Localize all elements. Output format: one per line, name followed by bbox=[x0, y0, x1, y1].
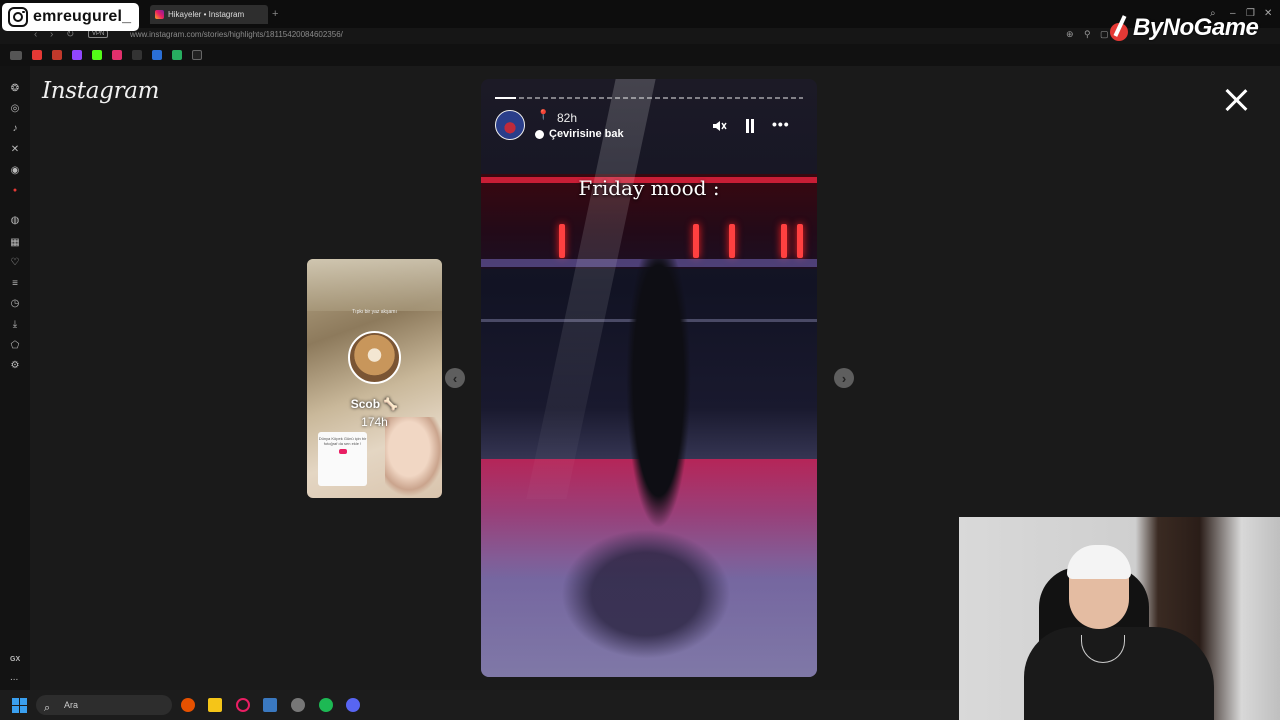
youtube-icon[interactable] bbox=[32, 50, 42, 60]
close-icon[interactable] bbox=[1224, 88, 1248, 112]
preview-add-yours-card: Dünya Köpek Günü için bir fotoğraf da se… bbox=[318, 432, 367, 486]
preview-hand-image bbox=[385, 417, 442, 497]
extensions-icon[interactable]: ⬠ bbox=[9, 339, 21, 351]
neon-light bbox=[729, 224, 735, 258]
more-options-icon[interactable]: ••• bbox=[772, 116, 790, 132]
gx-corner-label[interactable]: GX bbox=[10, 656, 20, 663]
mute-icon[interactable] bbox=[711, 118, 727, 134]
bookmark-icon[interactable] bbox=[132, 50, 142, 60]
app-icon[interactable] bbox=[172, 50, 182, 60]
story-shadow bbox=[561, 529, 731, 659]
taskbar-search-placeholder: Ara bbox=[64, 700, 79, 710]
tiktok-icon[interactable] bbox=[192, 50, 202, 60]
translate-dot-icon bbox=[535, 130, 544, 139]
bookmarks-bar bbox=[0, 44, 1280, 66]
brand-name: ByNoGame bbox=[1133, 14, 1259, 41]
windows-start-icon[interactable] bbox=[12, 698, 27, 713]
chatgpt-icon[interactable]: ❂ bbox=[9, 82, 21, 94]
pin-icon[interactable]: ⚲ bbox=[1084, 29, 1091, 40]
browser-tab-bar: Hikayeler • Instagram + ⌕ – ❐ ✕ bbox=[0, 0, 1280, 28]
grid-icon[interactable]: ▦ bbox=[9, 236, 21, 248]
magnet-icon[interactable] bbox=[152, 50, 162, 60]
instagram-sidebar-icon[interactable]: ◎ bbox=[9, 102, 21, 114]
neon-light bbox=[797, 224, 803, 258]
history-icon[interactable]: ◷ bbox=[9, 297, 21, 309]
x-icon[interactable]: ✕ bbox=[9, 143, 21, 155]
spotify-taskbar-icon[interactable] bbox=[319, 698, 333, 712]
twitch-icon[interactable] bbox=[72, 50, 82, 60]
neon-light bbox=[559, 224, 565, 258]
search-icon: ⌕ bbox=[44, 702, 51, 714]
preview-hint: Tıpkı bir yaz akşamı bbox=[352, 309, 397, 315]
red-dot-icon[interactable]: ● bbox=[9, 184, 21, 196]
story-timestamp: 82h bbox=[557, 111, 578, 125]
story-progress-filled bbox=[495, 97, 516, 99]
spotify-icon[interactable]: ◍ bbox=[9, 214, 21, 226]
preview-photo-top bbox=[307, 259, 442, 311]
discord-taskbar-icon[interactable] bbox=[346, 698, 360, 712]
vpn-badge[interactable]: VPN bbox=[88, 30, 109, 38]
opera-gx-icon[interactable] bbox=[236, 698, 250, 712]
tab-title: Hikayeler • Instagram bbox=[168, 10, 245, 19]
streamer-name: emreugurel_ bbox=[33, 8, 132, 25]
windows-taskbar: ⌕ Ara bbox=[0, 690, 959, 720]
see-translation-link[interactable]: Çevirisine bak bbox=[549, 128, 624, 140]
neon-light bbox=[781, 224, 787, 258]
app-icon[interactable] bbox=[181, 698, 195, 712]
zoom-icon[interactable]: ⊕ bbox=[1066, 29, 1074, 40]
url-field[interactable]: www.instagram.com/stories/highlights/181… bbox=[130, 30, 343, 39]
instagram-icon bbox=[8, 7, 28, 27]
settings-icon[interactable]: ⚙ bbox=[9, 359, 21, 371]
previous-story-preview[interactable]: Tıpkı bir yaz akşamı Scob 🦴 174h Dünya K… bbox=[307, 259, 442, 498]
tab-instagram-stories[interactable]: Hikayeler • Instagram bbox=[150, 5, 268, 24]
discord-icon[interactable]: ◉ bbox=[9, 164, 21, 176]
neon-light bbox=[693, 224, 699, 258]
folder-icon[interactable] bbox=[208, 698, 222, 712]
preview-avatar bbox=[348, 331, 401, 384]
story-caption: Friday mood : bbox=[578, 176, 720, 200]
kick-icon[interactable] bbox=[92, 50, 102, 60]
speed-dial-icon[interactable] bbox=[10, 51, 22, 60]
clock-app-icon[interactable] bbox=[291, 698, 305, 712]
next-arrow-icon[interactable]: › bbox=[834, 368, 854, 388]
sidebar-more-button[interactable]: ... bbox=[10, 672, 18, 683]
heart-icon[interactable]: ♡ bbox=[9, 256, 21, 268]
preview-card-text: Dünya Köpek Günü için bir fotoğraf da se… bbox=[318, 436, 367, 446]
instagram-logo[interactable]: Instagram bbox=[42, 78, 160, 104]
tiktok-sidebar-icon[interactable]: ♪ bbox=[9, 122, 21, 134]
taskbar-search-input[interactable]: ⌕ Ara bbox=[36, 695, 172, 715]
pause-icon[interactable] bbox=[745, 119, 755, 133]
streamer-badge: emreugurel_ bbox=[2, 3, 140, 31]
new-tab-button[interactable]: + bbox=[272, 8, 278, 20]
instagram-favicon-icon bbox=[155, 10, 164, 19]
preview-username: Scob 🦴 bbox=[350, 397, 399, 411]
story-person-silhouette bbox=[626, 259, 691, 529]
steam-icon[interactable] bbox=[263, 698, 277, 712]
preview-timestamp: 174h bbox=[361, 415, 388, 429]
story-progress-bar bbox=[495, 97, 803, 99]
webcam-overlay bbox=[959, 517, 1280, 720]
tabs-icon[interactable]: ≡ bbox=[9, 277, 21, 289]
address-bar: ‹ › ↻ VPN www.instagram.com/stories/high… bbox=[0, 28, 1280, 44]
brand-logo: ByNoGame bbox=[1110, 14, 1259, 42]
screen: Hikayeler • Instagram + ⌕ – ❐ ✕ ‹ › ↻ VP… bbox=[0, 0, 1280, 720]
instagram-bookmark-icon[interactable] bbox=[112, 50, 122, 60]
location-pin-icon: 📍 bbox=[537, 110, 550, 121]
bynogame-logo-icon bbox=[1110, 15, 1130, 41]
story-viewer[interactable]: 📍 82h Çevirisine bak ••• Friday mood : bbox=[481, 79, 817, 677]
previous-arrow-icon[interactable]: ‹ bbox=[445, 368, 465, 388]
window-close-icon[interactable]: ✕ bbox=[1264, 8, 1272, 19]
download-icon[interactable]: ⤓ bbox=[9, 318, 21, 330]
webcam-beanie bbox=[1067, 545, 1131, 579]
add-yours-icon bbox=[338, 449, 347, 454]
gmail-icon[interactable] bbox=[52, 50, 62, 60]
browser-sidebar: ❂ ◎ ♪ ✕ ◉ ● ◍ ▦ ♡ ≡ ◷ ⤓ ⬠ ⚙ GX ... bbox=[0, 66, 30, 690]
story-avatar[interactable] bbox=[495, 110, 525, 140]
snapshot-icon[interactable]: ▢ bbox=[1100, 29, 1109, 40]
